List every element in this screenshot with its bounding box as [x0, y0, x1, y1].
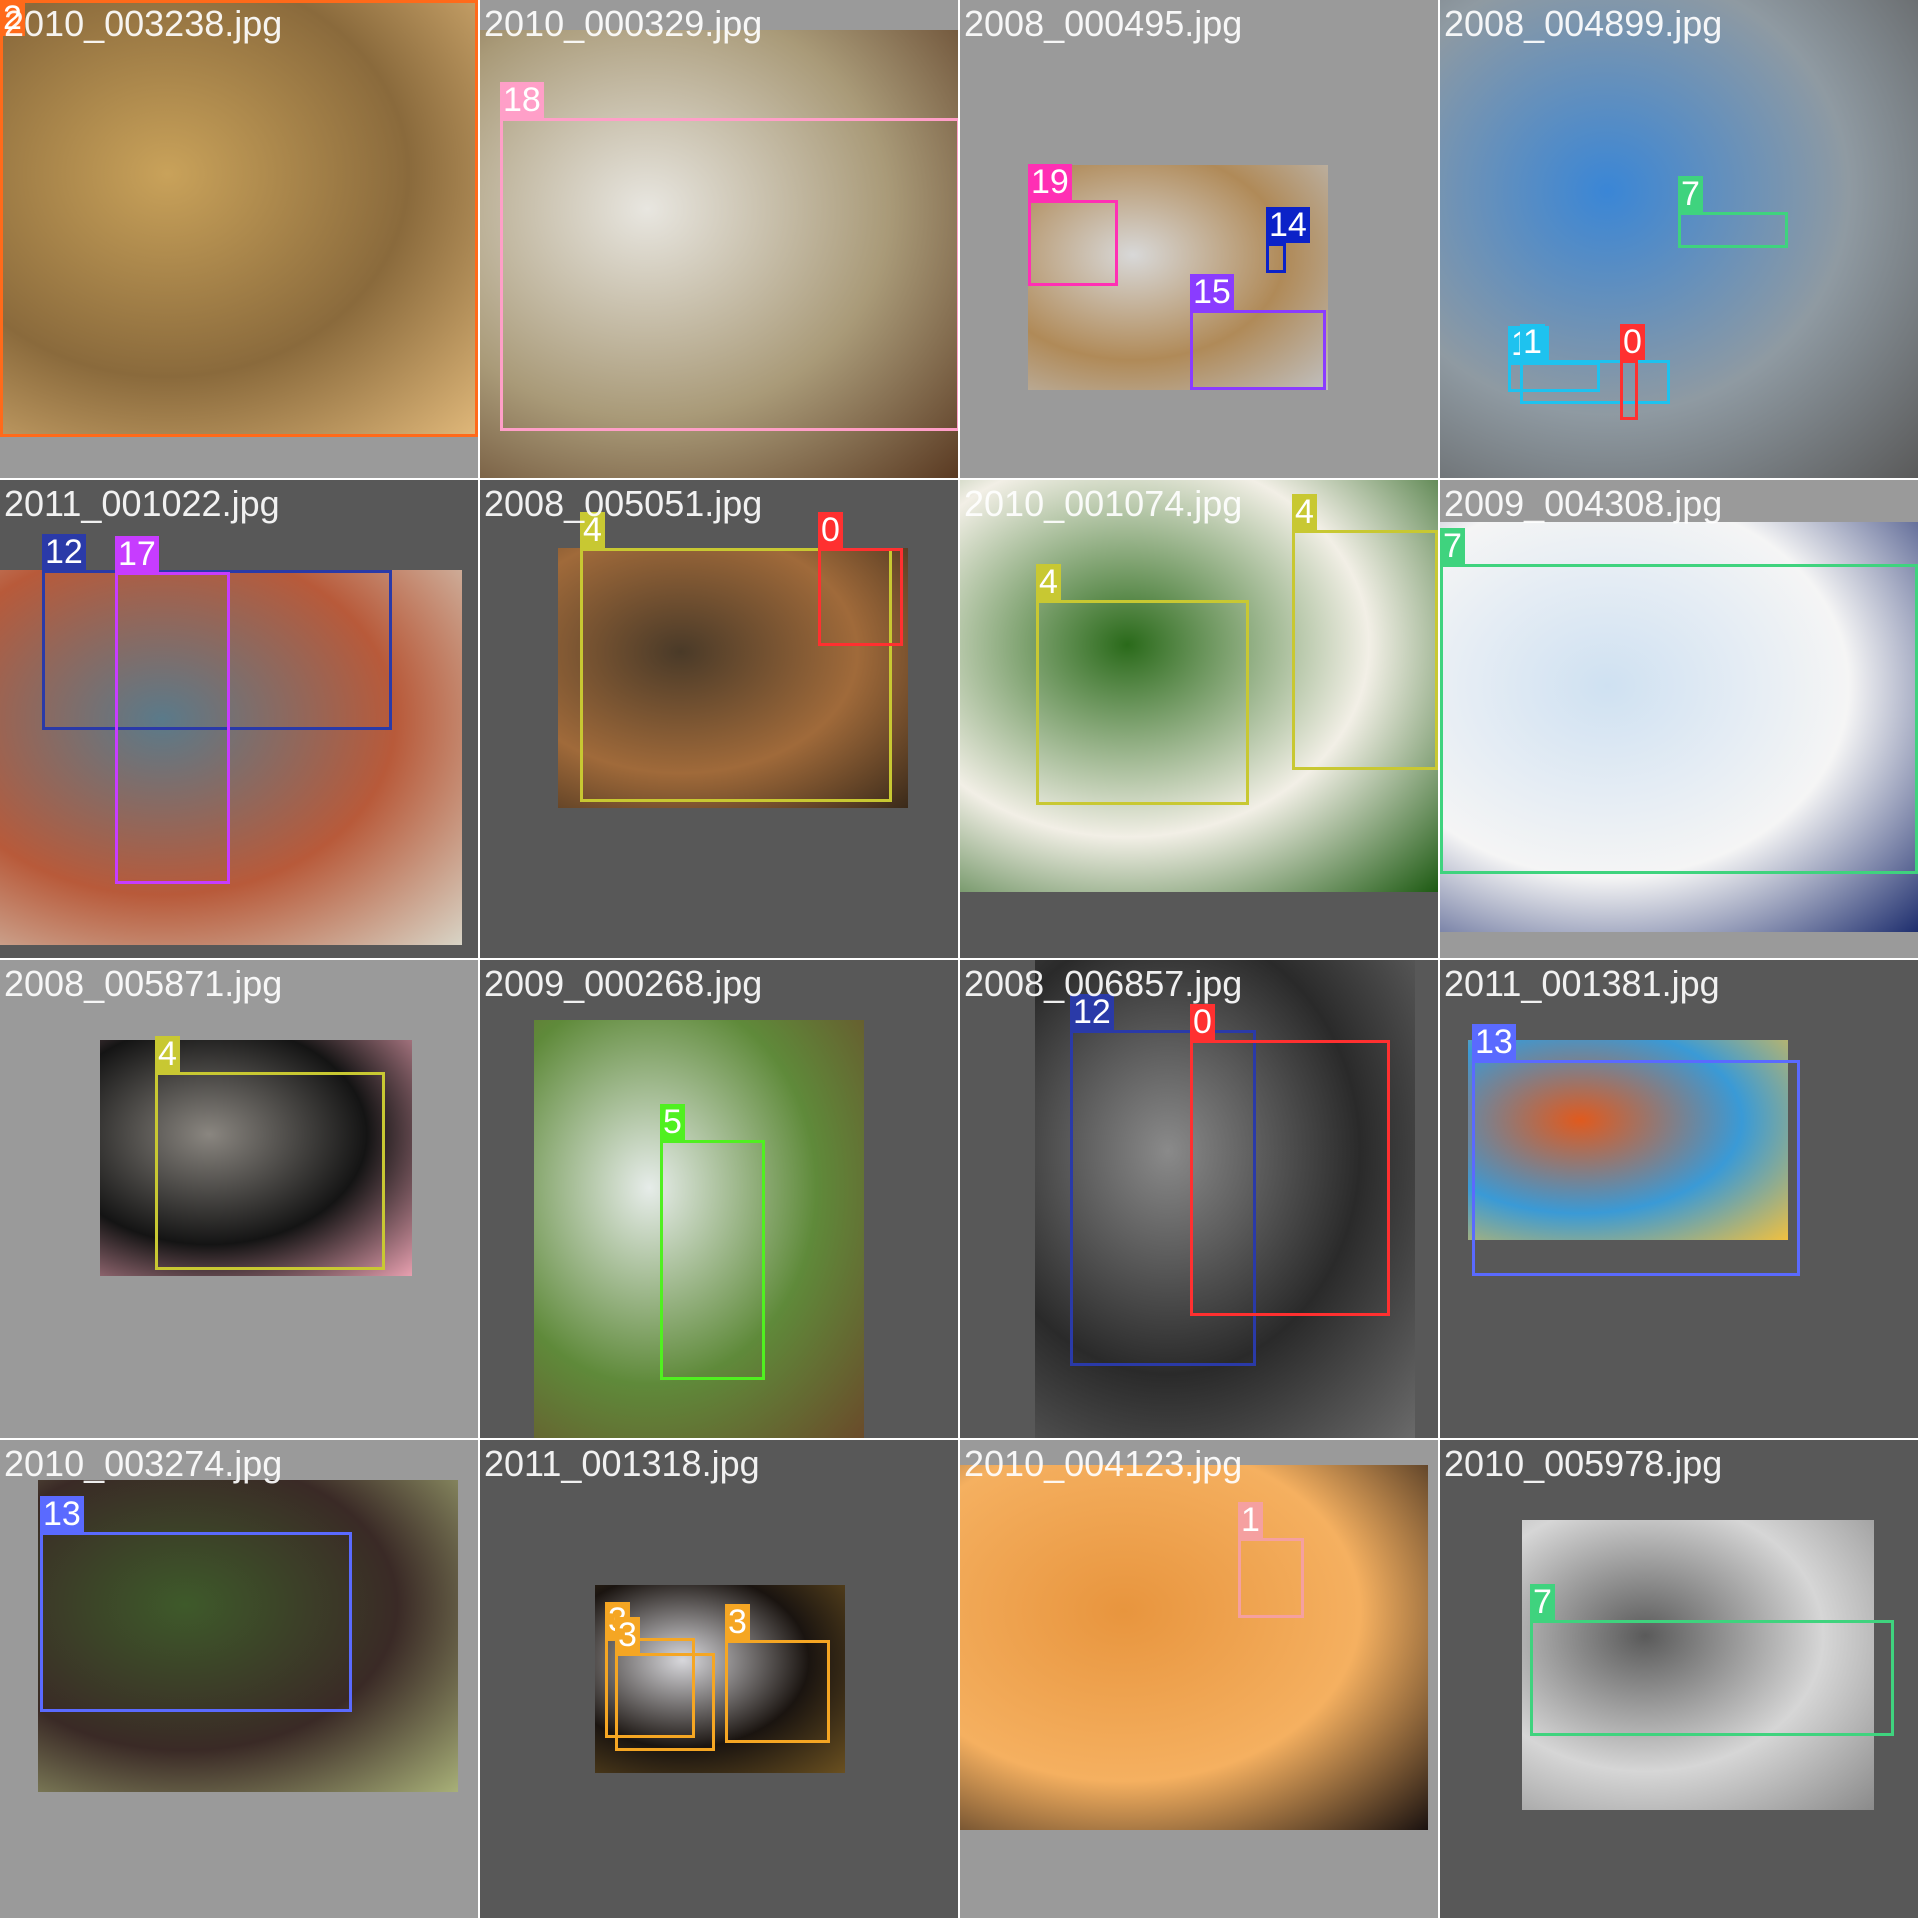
bounding-box — [1530, 1620, 1894, 1736]
bounding-box — [1678, 212, 1788, 248]
bounding-box — [1266, 243, 1286, 273]
class-label-tag: 3 — [615, 1617, 640, 1653]
class-label-tag: 13 — [1472, 1024, 1516, 1060]
bounding-box — [1440, 564, 1918, 874]
class-label-tag: 7 — [1678, 176, 1703, 212]
image-filename: 2010_003238.jpg — [4, 3, 283, 44]
class-label-tag: 12 — [42, 534, 86, 570]
image-filename: 2009_000268.jpg — [484, 963, 763, 1004]
mosaic-tile: 2010_000329.jpg 18 — [480, 0, 960, 480]
bounding-box — [1620, 360, 1638, 420]
class-label-tag: 7 — [1530, 1584, 1555, 1620]
bounding-box — [725, 1640, 830, 1743]
bounding-box — [1036, 600, 1249, 805]
image-filename: 2008_000495.jpg — [964, 3, 1243, 44]
mosaic-tile: 2010_003238.jpg 2 — [0, 0, 480, 480]
class-label-tag: 15 — [1190, 274, 1234, 310]
class-label-tag: 1 — [1520, 324, 1545, 360]
class-label-tag: 0 — [818, 512, 843, 548]
class-label-tag: 19 — [1028, 164, 1072, 200]
image-filename: 2011_001022.jpg — [4, 483, 280, 524]
mosaic-tile: 2010_005978.jpg 7 — [1440, 1440, 1920, 1920]
image-filename: 2008_004899.jpg — [1444, 3, 1723, 44]
bounding-box — [1472, 1060, 1800, 1276]
class-label-tag: 7 — [1440, 528, 1465, 564]
mosaic-tile: 2009_004308.jpg 7 — [1440, 480, 1920, 960]
class-label-tag: 4 — [1036, 564, 1061, 600]
class-label-tag: 0 — [1190, 1004, 1215, 1040]
bounding-box — [115, 572, 230, 884]
image-filename: 2011_001318.jpg — [484, 1443, 760, 1484]
mosaic-tile: 2008_006857.jpg 12 0 — [960, 960, 1440, 1440]
image-filename: 2010_000329.jpg — [484, 3, 763, 44]
image-filename: 2010_001074.jpg — [964, 483, 1243, 524]
image-filename: 2011_001381.jpg — [1444, 963, 1720, 1004]
bounding-box — [818, 548, 903, 646]
class-label-tag: 4 — [155, 1036, 180, 1072]
class-label-tag: 4 — [1292, 494, 1317, 530]
mosaic-tile: 2008_004899.jpg71110 — [1440, 0, 1920, 480]
photo-thumbnail — [960, 1465, 1428, 1830]
bounding-box — [1190, 1040, 1390, 1316]
bounding-box — [500, 118, 958, 431]
mosaic-tile: 2010_001074.jpg 4 4 — [960, 480, 1440, 960]
bounding-box — [1028, 200, 1118, 286]
bounding-box — [40, 1532, 352, 1712]
bounding-box — [155, 1072, 385, 1270]
bounding-box — [1292, 530, 1438, 770]
bounding-box — [615, 1653, 715, 1751]
mosaic-tile: 2011_001022.jpg 12 17 — [0, 480, 480, 960]
bounding-box — [1190, 310, 1326, 390]
mosaic-tile: 2011_001381.jpg 13 — [1440, 960, 1920, 1440]
mosaic-tile: 2010_003274.jpg 13 — [0, 1440, 480, 1920]
bounding-box — [1238, 1538, 1304, 1618]
class-label-tag: 3 — [725, 1604, 750, 1640]
mosaic-tile: 2008_005051.jpg 4 0 — [480, 480, 960, 960]
detection-mosaic-grid: 2010_003238.jpg 2 2010_000329.jpg 18 2008_00… — [0, 0, 1920, 1920]
image-filename: 2008_006857.jpg — [964, 963, 1243, 1004]
class-label-tag: 0 — [1620, 324, 1645, 360]
class-label-tag: 1 — [1238, 1502, 1263, 1538]
image-filename: 2008_005871.jpg — [4, 963, 283, 1004]
mosaic-tile: 2010_004123.jpg 1 — [960, 1440, 1440, 1920]
class-label-tag: 17 — [115, 536, 159, 572]
image-filename: 2010_004123.jpg — [964, 1443, 1243, 1484]
bounding-box — [0, 0, 478, 437]
image-filename: 2010_003274.jpg — [4, 1443, 283, 1484]
mosaic-tile: 2008_005871.jpg 4 — [0, 960, 480, 1440]
class-label-tag: 13 — [40, 1496, 84, 1532]
class-label-tag: 18 — [500, 82, 544, 118]
image-filename: 2010_005978.jpg — [1444, 1443, 1723, 1484]
mosaic-tile: 2009_000268.jpg 5 — [480, 960, 960, 1440]
class-label-tag: 14 — [1266, 207, 1310, 243]
mosaic-tile: 2008_000495.jpg 19 14 15 — [960, 0, 1440, 480]
mosaic-tile: 2011_001318.jpg333 — [480, 1440, 960, 1920]
bounding-box — [660, 1140, 765, 1380]
bounding-box — [1520, 360, 1670, 404]
image-filename: 2008_005051.jpg — [484, 483, 763, 524]
class-label-tag: 5 — [660, 1104, 685, 1140]
image-filename: 2009_004308.jpg — [1444, 483, 1723, 524]
